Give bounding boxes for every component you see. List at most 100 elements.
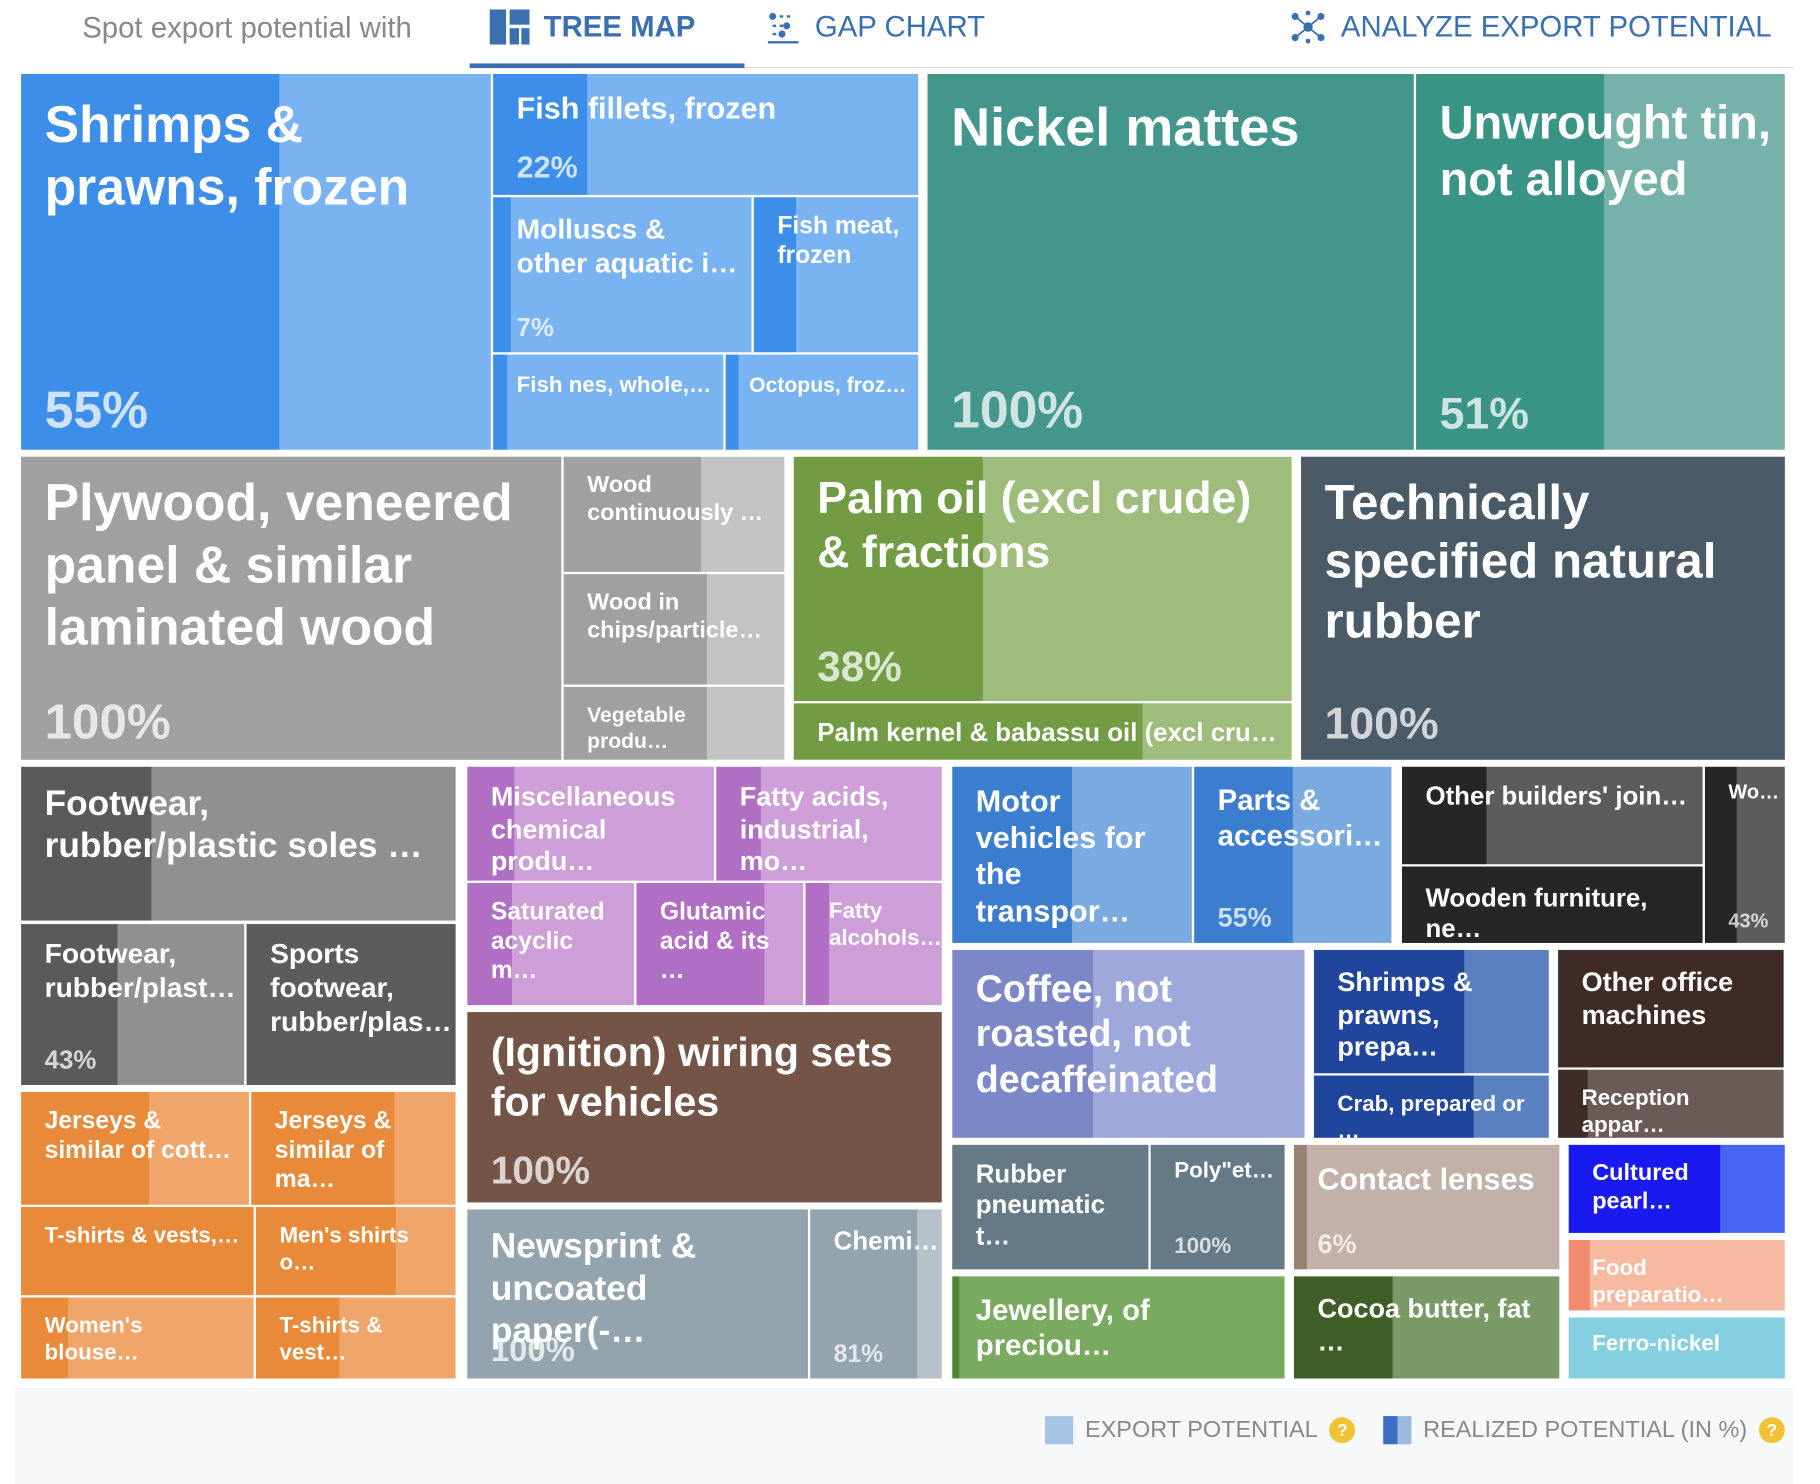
tile-label: Crab, prepared or … (1337, 1092, 1525, 1138)
help-icon[interactable]: ? (1329, 1417, 1356, 1444)
treemap-tile-crab-prepared-or[interactable]: Crab, prepared or … (1313, 1075, 1549, 1138)
tile-label: Sports footwear, rubber/plas… (270, 938, 452, 1038)
realized-bar (1568, 1239, 1591, 1311)
tile-label: Ferro-nickel (1592, 1331, 1720, 1357)
treemap-tile-men-s-shirts-o[interactable]: Men's shirts o… (255, 1207, 456, 1296)
tile-label: Wood in chips/particle… (587, 589, 762, 644)
treemap-tile-t-shirts-vest[interactable]: T-shirts & vest… (255, 1297, 456, 1379)
tile-percent: 22% (516, 149, 578, 185)
tile-label: Molluscs & other aquatic i… (516, 213, 738, 280)
tile-label: Palm kernel & babassu oil (excl cru… (817, 717, 1277, 747)
treemap-tile-parts-accessori[interactable]: Parts & accessori… 55% (1194, 766, 1392, 943)
tile-label: Unwrought tin, not alloyed (1439, 97, 1771, 206)
treemap-tile-food-preparatio[interactable]: Food preparatio… (1568, 1239, 1785, 1311)
tile-label: Coffee, not roasted, not decaffeinated (975, 967, 1218, 1100)
realized-bar (493, 197, 512, 353)
tile-label: Poly"et… (1174, 1158, 1275, 1184)
treemap-tile-cultured-pearl[interactable]: Cultured pearl… (1568, 1144, 1785, 1233)
treemap-tile-women-s-blouse[interactable]: Women's blouse… (21, 1297, 254, 1379)
treemap-tile-wooden-furniture-ne[interactable]: Wooden furniture, ne… (1401, 866, 1703, 943)
treemap-tile-fatty-alcohols[interactable]: Fatty alcohols… (805, 882, 942, 1006)
treemap-tile-palm-kernel-babassu-oil-excl-cru[interactable]: Palm kernel & babassu oil (excl cru… (793, 703, 1292, 760)
realized-bar (21, 1207, 254, 1296)
treemap-tile-shrimps-prawns-frozen[interactable]: Shrimps & prawns, frozen 55% (21, 73, 491, 450)
tile-label: Parts & accessori… (1217, 784, 1383, 853)
treemap-tile-footwear-rubber-plast[interactable]: Footwear, rubber/plast… 43% (21, 924, 245, 1085)
treemap-tile-nickel-mattes[interactable]: Nickel mattes 100% (927, 73, 1414, 450)
treemap-tile-fish-meat-frozen[interactable]: Fish meat, frozen (753, 197, 919, 353)
treemap-tile-wo[interactable]: Wo… 43% (1704, 766, 1785, 943)
treemap-tile-fish-fillets-frozen[interactable]: Fish fillets, frozen 22% (493, 73, 919, 195)
treemap-tile-contact-lenses[interactable]: Contact lenses 6% (1293, 1144, 1560, 1270)
tile-label: Fish meat, frozen (777, 212, 900, 270)
treemap-tile-glutamic-acid-its[interactable]: Glutamic acid & its … (636, 882, 804, 1006)
treemap-tile-octopus-froz[interactable]: Octopus, froz… (725, 354, 919, 450)
legend-realized-label: REALIZED POTENTIAL (IN %) (1423, 1416, 1748, 1443)
treemap-tile-vegetable-produ[interactable]: Vegetable produ… (563, 686, 785, 760)
treemap-tile-cocoa-butter-fat[interactable]: Cocoa butter, fat … (1293, 1276, 1560, 1379)
tile-label: Jewellery, of preciou… (975, 1293, 1150, 1363)
treemap-tile-sports-footwear-rubber-plas[interactable]: Sports footwear, rubber/plas… (246, 924, 456, 1085)
treemap-tile-poly-et[interactable]: Poly"et… 100% (1150, 1144, 1285, 1270)
treemap-tile-coffee-not-roasted-not-decaffeinated[interactable]: Coffee, not roasted, not decaffeinated (952, 949, 1305, 1138)
tile-percent: 55% (1217, 901, 1272, 933)
treemap-tile-wood-continuously[interactable]: Wood continuously … (563, 456, 785, 572)
tile-label: Fatty alcohols… (828, 899, 942, 951)
treemap-tile-jerseys-similar-of-cott[interactable]: Jerseys & similar of cott… (21, 1092, 249, 1205)
treemap-tile-ignition-wiring-sets-for-vehicles[interactable]: (Ignition) wiring sets for vehicles 100% (467, 1012, 942, 1203)
realized-bar (493, 354, 507, 450)
tile-label: Fish fillets, frozen (516, 90, 777, 126)
treemap-tile-miscellaneous-chemical-produ[interactable]: Miscellaneous chemical produ… (467, 766, 714, 881)
tile-percent: 43% (44, 1045, 97, 1075)
tile-label: Cultured pearl… (1592, 1160, 1689, 1215)
treemap-tile-jewellery-of-preciou[interactable]: Jewellery, of preciou… (952, 1276, 1285, 1379)
treemap-tile-plywood-veneered-panel-similar-laminated-wood[interactable]: Plywood, veneered panel & similar lamina… (21, 456, 562, 760)
treemap-tile-other-office-machines[interactable]: Other office machines (1558, 949, 1784, 1068)
tile-percent: 38% (817, 642, 902, 691)
treemap-tile-other-builders-join[interactable]: Other builders' join… (1401, 766, 1703, 865)
tile-label: Wo… (1728, 780, 1780, 804)
tile-label: Palm oil (excl crude) & fractions (817, 474, 1252, 578)
treemap-tile-shrimps-prawns-prepa[interactable]: Shrimps & prawns, prepa… (1313, 949, 1549, 1074)
treemap-tile-technically-specified-natural-rubber[interactable]: Technically specified natural rubber 100% (1301, 456, 1785, 760)
tile-label: Jerseys & similar of ma… (274, 1107, 392, 1194)
tile-label: Women's blouse… (44, 1313, 143, 1366)
tile-percent: 100% (1174, 1234, 1232, 1259)
tile-label: Cocoa butter, fat … (1317, 1292, 1531, 1356)
treemap-tile-wood-in-chips-particle[interactable]: Wood in chips/particle… (563, 574, 785, 685)
tile-label: Fish nes, whole,… (516, 373, 712, 399)
treemap-tile-fish-nes-whole[interactable]: Fish nes, whole,… (493, 354, 724, 450)
treemap-tile-saturated-acyclic-m[interactable]: Saturated acyclic m… (467, 882, 635, 1006)
tile-percent: 43% (1728, 910, 1769, 933)
tile-label: Nickel mattes (951, 96, 1300, 158)
legend-export-potential: EXPORT POTENTIAL ? (1045, 1416, 1356, 1445)
legend-realized-potential: REALIZED POTENTIAL (IN %) ? (1383, 1416, 1785, 1445)
treemap-tile-palm-oil-excl-crude-fractions[interactable]: Palm oil (excl crude) & fractions 38% (793, 456, 1292, 701)
treemap-tile-fatty-acids-industrial-mo[interactable]: Fatty acids, industrial, mo… (716, 766, 942, 881)
tile-label: Other builders' join… (1425, 780, 1688, 811)
treemap-tile-ferro-nickel[interactable]: Ferro-nickel (1568, 1317, 1785, 1379)
tile-label: Men's shirts o… (279, 1223, 409, 1275)
treemap-tile-chemi[interactable]: Chemi… 81% (810, 1209, 942, 1379)
treemap-tile-jerseys-similar-of-ma[interactable]: Jerseys & similar of ma… (251, 1092, 456, 1205)
treemap-tile-reception-appar[interactable]: Reception appar… (1558, 1069, 1784, 1138)
tile-label: Wood continuously … (587, 472, 764, 527)
tile-label: Footwear, rubber/plastic soles … (44, 784, 423, 866)
treemap-tile-t-shirts-vests[interactable]: T-shirts & vests,… (21, 1207, 254, 1296)
realized-bar (805, 882, 829, 1006)
treemap-tile-unwrought-tin-not-alloyed[interactable]: Unwrought tin, not alloyed 51% (1416, 73, 1785, 450)
tile-percent: 100% (1324, 699, 1439, 750)
treemap-tile-rubber-pneumatic-t[interactable]: Rubber pneumatic t… (952, 1144, 1149, 1270)
help-icon[interactable]: ? (1758, 1417, 1785, 1444)
tile-label: Footwear, rubber/plast… (44, 938, 236, 1004)
treemap-tile-newsprint-uncoated-paper[interactable]: Newsprint & uncoated paper(-… 100% (467, 1209, 808, 1379)
tile-label: Saturated acyclic m… (490, 898, 605, 985)
tile-percent: 6% (1317, 1228, 1357, 1259)
treemap-tile-footwear-rubber-plastic-soles[interactable]: Footwear, rubber/plastic soles … (21, 766, 456, 921)
tile-label: T-shirts & vests,… (44, 1223, 240, 1249)
tile-label: Other office machines (1581, 966, 1734, 1030)
legend-export-label: EXPORT POTENTIAL (1084, 1416, 1318, 1443)
treemap-tile-molluscs-other-aquatic-i[interactable]: Molluscs & other aquatic i… 7% (493, 197, 752, 353)
treemap-tile-motor-vehicles-for-the-transpor[interactable]: Motor vehicles for the transpor… (952, 766, 1192, 943)
tile-percent: 100% (44, 693, 171, 750)
